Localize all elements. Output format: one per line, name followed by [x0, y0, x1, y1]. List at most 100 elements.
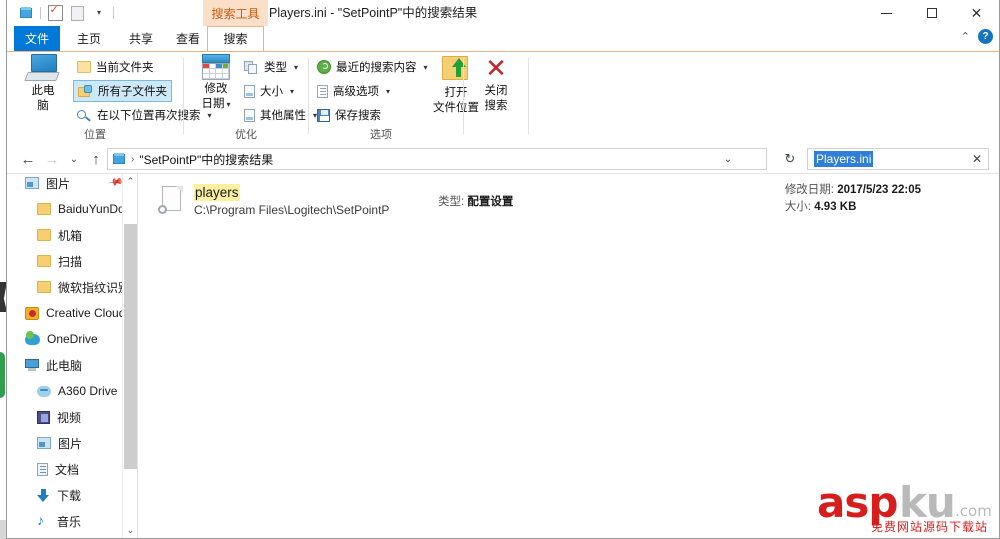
- pictures-icon: [37, 437, 51, 449]
- navigation-scrollbar[interactable]: ⌃ ⌄: [122, 174, 137, 538]
- size-button[interactable]: 大小 ▾: [240, 80, 298, 102]
- folder-icon: [37, 203, 51, 215]
- scroll-down-icon[interactable]: ⌄: [123, 523, 137, 538]
- close-icon[interactable]: ✕: [972, 152, 986, 166]
- back-button[interactable]: ←: [17, 148, 39, 170]
- nav-item-a360-drive[interactable]: A360 Drive: [7, 378, 137, 404]
- close-button[interactable]: ✕: [954, 0, 999, 26]
- tab-home[interactable]: 主页: [66, 26, 112, 52]
- nav-item-pictures-quick[interactable]: 图片 📌: [7, 174, 137, 196]
- nav-item-label: 图片: [58, 436, 83, 451]
- file-path: C:\Program Files\Logitech\SetPointP: [194, 203, 390, 217]
- nav-item-onedrive[interactable]: OneDrive: [7, 326, 137, 352]
- chevron-down-icon[interactable]: ▾: [386, 87, 390, 96]
- nav-item-this-pc[interactable]: 此电脑: [7, 352, 137, 378]
- close-search-icon: ✕: [485, 53, 507, 83]
- nav-item-label: 下载: [57, 488, 82, 503]
- system-menu-folder-icon[interactable]: [15, 3, 37, 23]
- close-search-button[interactable]: ✕ 关闭 搜索: [468, 54, 524, 114]
- tab-file[interactable]: 文件: [14, 26, 60, 52]
- nav-item-label: A360 Drive: [58, 384, 118, 398]
- collapse-ribbon-icon[interactable]: ⌃: [961, 30, 970, 43]
- magnifier-icon: [77, 109, 92, 122]
- contextual-tab-label: 搜索工具: [211, 6, 260, 21]
- nav-item-music[interactable]: ♪ 音乐: [7, 508, 137, 534]
- properties-icon[interactable]: [44, 3, 66, 23]
- this-pc-label-1: 此电: [31, 85, 55, 97]
- recent-searches-button[interactable]: 最近的搜索内容 ▾: [313, 56, 432, 78]
- modified-date-label-2: 日期: [201, 98, 225, 110]
- new-folder-icon[interactable]: [66, 3, 88, 23]
- file-type-value: 配置设置: [467, 196, 514, 208]
- watermark-tagline: 免费网站源码下载站: [871, 520, 989, 534]
- chevron-down-icon[interactable]: ▾: [290, 87, 294, 96]
- nav-item-desktop[interactable]: 桌面: [7, 534, 137, 538]
- this-pc-button[interactable]: 此电 脑: [15, 54, 71, 114]
- quick-access-toolbar: ▾: [15, 3, 117, 23]
- chevron-down-icon[interactable]: ▾: [294, 63, 298, 72]
- address-bar-row: ← → ⌄ ↑ › "SetPointP"中的搜索结果 ⌄ ↻ Players.…: [7, 145, 999, 173]
- qat-divider-2: [113, 7, 114, 19]
- onedrive-icon: [25, 330, 40, 345]
- chevron-down-icon[interactable]: ⌄: [716, 149, 740, 169]
- chevron-down-icon: ▾: [226, 100, 231, 109]
- nav-item-fingerprint[interactable]: 微软指纹识别: [7, 274, 137, 300]
- all-subfolders-button[interactable]: 所有子文件夹: [73, 80, 172, 102]
- file-type: 类型: 配置设置: [438, 193, 513, 209]
- tab-search[interactable]: 搜索: [207, 26, 264, 52]
- close-search-label-1: 关闭: [484, 85, 508, 97]
- save-icon: [317, 108, 330, 122]
- chevron-down-icon[interactable]: ▾: [88, 3, 110, 23]
- forward-button[interactable]: →: [41, 148, 63, 170]
- help-icon[interactable]: ?: [978, 29, 993, 44]
- save-search-button[interactable]: 保存搜索: [313, 104, 385, 126]
- modified-date-value: 2017/5/23 22:05: [837, 184, 921, 196]
- file-name[interactable]: players: [194, 184, 240, 201]
- search-box[interactable]: Players.ini ✕: [807, 148, 989, 170]
- pin-icon[interactable]: 📌: [107, 174, 124, 190]
- address-bar[interactable]: › "SetPointP"中的搜索结果 ⌄: [107, 148, 767, 170]
- scrollbar-thumb[interactable]: [124, 224, 137, 469]
- nav-item-baiduyundown[interactable]: BaiduYunDown: [7, 196, 137, 222]
- recent-icon: [317, 60, 331, 74]
- nav-item-pictures[interactable]: 图片: [7, 430, 137, 456]
- nav-item-downloads[interactable]: 下载: [7, 482, 137, 508]
- up-button[interactable]: ↑: [85, 148, 107, 170]
- tab-share[interactable]: 共享: [118, 26, 164, 52]
- current-folder-button[interactable]: 当前文件夹: [73, 56, 158, 78]
- advanced-options-button[interactable]: 高级选项 ▾: [313, 80, 394, 102]
- nav-item-scan[interactable]: 扫描: [7, 248, 137, 274]
- a360-icon: [37, 385, 51, 397]
- nav-item-documents[interactable]: 文档: [7, 456, 137, 482]
- other-properties-label: 其他属性: [260, 110, 306, 122]
- scroll-up-icon[interactable]: ⌃: [123, 174, 137, 189]
- ribbon-group-close: ✕ 关闭 搜索: [464, 52, 528, 145]
- recent-locations-button[interactable]: ⌄: [63, 148, 85, 170]
- type-button[interactable]: 类型 ▾: [240, 56, 302, 78]
- breadcrumb-path[interactable]: "SetPointP"中的搜索结果: [139, 151, 273, 168]
- this-pc-label-2: 脑: [37, 100, 49, 112]
- refresh-button[interactable]: ↻: [779, 148, 801, 170]
- file-size-value: 4.93 KB: [814, 201, 857, 213]
- creative-cloud-icon: [25, 306, 39, 320]
- nav-item-jixiang[interactable]: 机箱: [7, 222, 137, 248]
- document-icon: [244, 84, 255, 98]
- type-label: 类型: [264, 62, 287, 74]
- nav-item-creative-cloud[interactable]: Creative Cloud F: [7, 300, 137, 326]
- ini-file-icon: [158, 186, 184, 216]
- title-bar: ▾ 搜索工具 Players.ini - "SetPointP"中的搜索结果 ✕: [7, 0, 999, 26]
- nav-item-videos[interactable]: 视频: [7, 404, 137, 430]
- nav-item-label: 文档: [55, 462, 80, 477]
- calendar-icon: [202, 54, 230, 80]
- music-icon: ♪: [37, 511, 44, 528]
- nav-item-label: 音乐: [57, 514, 82, 529]
- qat-divider: [40, 7, 41, 19]
- contextual-tab-search-tools: 搜索工具: [203, 0, 268, 26]
- tab-view[interactable]: 查看: [165, 26, 211, 52]
- this-pc-icon: [25, 359, 39, 371]
- modified-date-button[interactable]: 修改 日期 ▾: [188, 54, 244, 112]
- nav-item-label: 此电脑: [46, 358, 83, 373]
- minimize-button[interactable]: [864, 0, 909, 26]
- maximize-button[interactable]: [909, 0, 954, 26]
- search-input[interactable]: Players.ini: [814, 151, 874, 167]
